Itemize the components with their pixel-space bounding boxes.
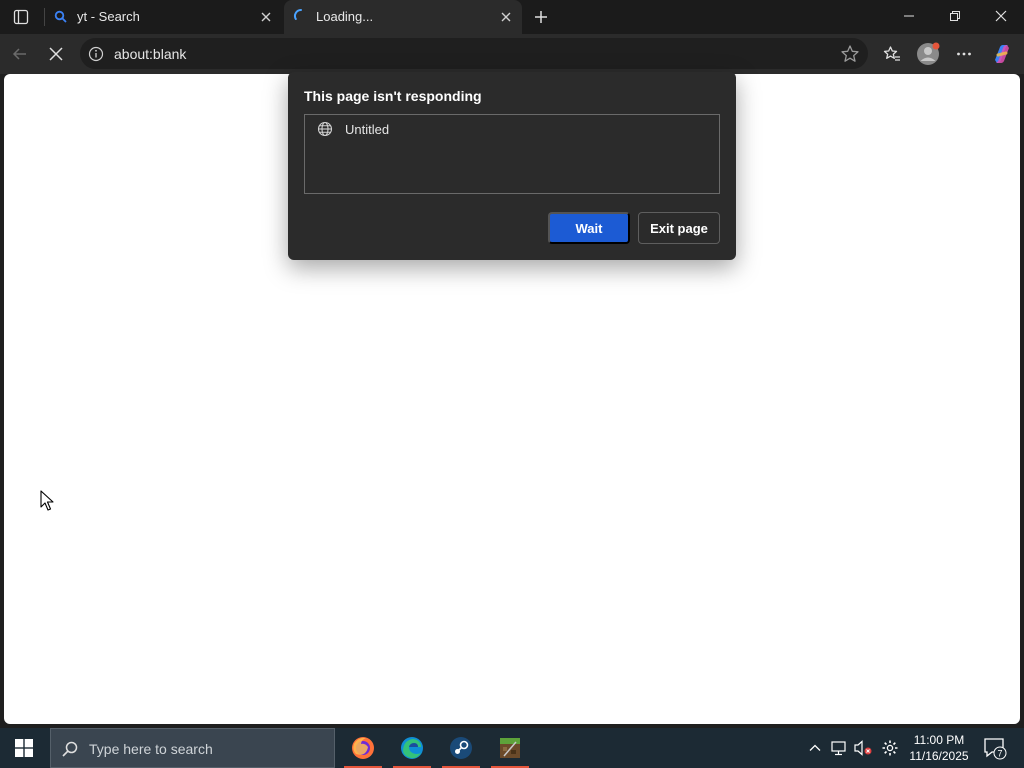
start-button[interactable]: [0, 728, 48, 768]
tab-title: yt - Search: [77, 9, 140, 24]
tab-strip: yt - Search Loading...: [0, 0, 1024, 34]
address-bar[interactable]: about:blank: [80, 38, 868, 69]
firefox-icon: [352, 737, 374, 759]
page-unresponsive-dialog: This page isn't responding Untitled Wait…: [288, 72, 736, 260]
back-button[interactable]: [6, 40, 34, 68]
favorites-icon: [883, 46, 900, 61]
clock-date: 11/16/2025: [909, 749, 969, 763]
wait-button[interactable]: Wait: [548, 212, 630, 244]
search-placeholder: Type here to search: [89, 741, 213, 757]
taskbar: Type here to search 11:00 PM 11/16/2025 …: [0, 728, 1024, 768]
clock-time: 11:00 PM: [913, 733, 965, 747]
minimize-icon: [904, 15, 914, 17]
info-icon[interactable]: [88, 46, 104, 67]
taskbar-clock[interactable]: 11:00 PM 11/16/2025: [902, 732, 976, 764]
restore-icon: [950, 11, 960, 21]
new-tab-button[interactable]: [529, 5, 553, 29]
notification-icon: 7: [984, 738, 1007, 760]
stop-icon: [49, 47, 63, 61]
tab-actions-icon[interactable]: [8, 5, 34, 29]
loading-spinner-icon: [293, 8, 309, 29]
minimize-button[interactable]: [886, 0, 932, 32]
globe-icon: [317, 121, 333, 142]
back-arrow-icon: [12, 48, 26, 60]
address-url: about:blank: [114, 46, 187, 62]
taskbar-app-minecraft[interactable]: [487, 728, 533, 768]
windows-logo-icon: [15, 739, 33, 757]
unresponsive-pages-list: Untitled: [304, 114, 720, 194]
copilot-button[interactable]: [988, 40, 1016, 68]
show-hidden-icons-chevron-icon[interactable]: [805, 738, 825, 758]
steam-icon: [450, 737, 472, 759]
edge-icon: [401, 737, 423, 759]
favorite-star-icon[interactable]: [840, 44, 860, 69]
tab-divider: [44, 8, 45, 26]
stop-loading-button[interactable]: [42, 40, 70, 68]
list-item: Untitled: [345, 122, 390, 137]
close-tab-icon[interactable]: [258, 9, 274, 25]
network-icon[interactable]: [829, 738, 849, 758]
favorites-button[interactable]: [878, 40, 906, 68]
copilot-icon: [995, 45, 1009, 63]
restore-button[interactable]: [932, 0, 978, 32]
taskbar-search-box[interactable]: Type here to search: [50, 728, 335, 768]
notification-count: 7: [997, 749, 1002, 759]
more-options-button[interactable]: [950, 40, 978, 68]
tab-title: Loading...: [316, 9, 374, 24]
dialog-title: This page isn't responding: [304, 88, 482, 104]
ellipsis-icon: [957, 52, 971, 56]
search-icon: [61, 740, 79, 763]
taskbar-app-edge[interactable]: [389, 728, 435, 768]
browser-toolbar: about:blank: [0, 34, 1024, 74]
volume-muted-icon[interactable]: [853, 738, 873, 758]
profile-button[interactable]: [914, 40, 942, 68]
close-tab-icon[interactable]: [498, 9, 514, 25]
close-window-button[interactable]: [978, 0, 1024, 32]
tab-search[interactable]: yt - Search: [46, 0, 282, 34]
taskbar-app-steam[interactable]: [438, 728, 484, 768]
mouse-pointer-icon: [40, 490, 54, 517]
close-icon: [995, 10, 1007, 22]
taskbar-app-firefox[interactable]: [340, 728, 386, 768]
plus-icon: [535, 11, 547, 23]
exit-page-button[interactable]: Exit page: [638, 212, 720, 244]
search-icon: [54, 10, 68, 29]
settings-gear-icon[interactable]: [880, 738, 900, 758]
notification-center-button[interactable]: 7: [982, 736, 1008, 765]
browser-window: yt - Search Loading... about:blank This …: [0, 0, 1024, 728]
minecraft-icon: [500, 738, 520, 758]
avatar-icon: [917, 42, 940, 65]
tab-loading[interactable]: Loading...: [284, 0, 522, 34]
